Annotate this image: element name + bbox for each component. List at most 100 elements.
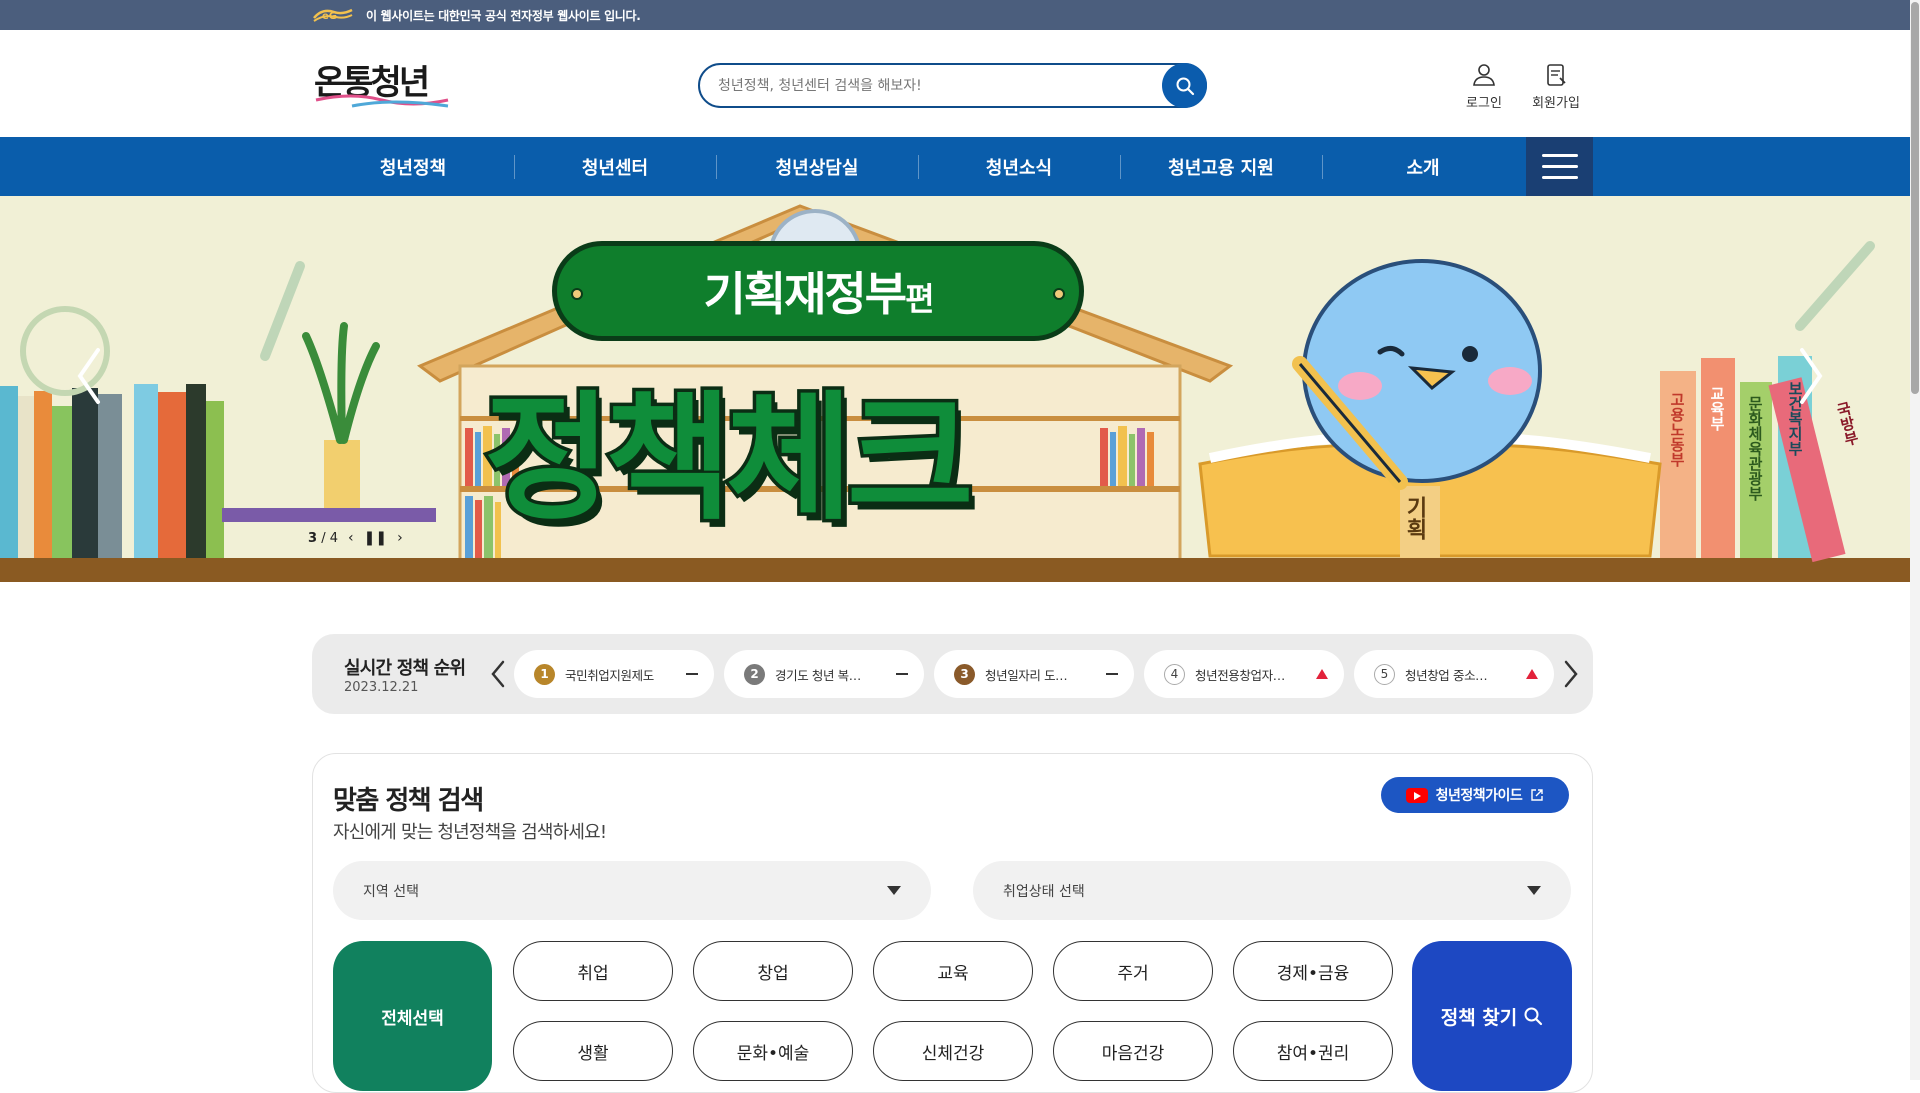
slide-next-icon[interactable]: › — [397, 530, 403, 546]
current-slide-number: 3 — [308, 530, 318, 546]
category-physical-health-button[interactable]: 신체건강 — [873, 1021, 1033, 1081]
find-policy-label: 정책 찾기 — [1440, 1006, 1518, 1029]
site-header: 온통청년 로그인 회원가입 — [0, 30, 1910, 137]
banner-headline: 정책체크 — [481, 375, 978, 543]
realtime-policy-ranking: 실시간 정책 순위 2023.12.21 1 국민취업지원제도 2 경기도 청년… — [312, 634, 1593, 714]
gov-notice-bar: eG 이 웹사이트는 대한민국 공식 전자정부 웹사이트 입니다. — [0, 0, 1910, 30]
menu-bar — [1541, 165, 1578, 168]
book-spine-label: 기획 — [1402, 496, 1427, 540]
egov-logo-icon: eG — [313, 8, 353, 22]
youtube-icon — [1405, 787, 1428, 803]
trend-up-icon — [1526, 669, 1538, 679]
login-label: 로그인 — [1466, 96, 1502, 111]
rank-number-badge: 5 — [1374, 663, 1395, 685]
trend-same-icon — [896, 673, 908, 675]
category-finance-button[interactable]: 경제•금융 — [1233, 941, 1393, 1001]
search-icon — [1524, 1007, 1543, 1026]
total-slide-number: 4 — [329, 530, 338, 546]
book-label-education: 교육부 — [1708, 386, 1726, 431]
nav-item-counseling[interactable]: 청년상담실 — [717, 137, 917, 196]
rank-policy-name: 청년전용창업자… — [1195, 667, 1285, 683]
rank-policy-name: 청년일자리 도… — [985, 667, 1068, 683]
trend-same-icon — [1106, 673, 1118, 675]
rank-policy-name: 청년창업 중소… — [1405, 667, 1488, 683]
policy-guide-label: 청년정책가이드 — [1435, 788, 1523, 804]
nav-item-youth-center[interactable]: 청년센터 — [515, 137, 715, 196]
chevron-down-icon — [887, 886, 901, 895]
rank-number-badge: 1 — [534, 663, 555, 685]
hamburger-menu-button[interactable] — [1526, 137, 1593, 196]
employment-select-value: 취업상태 선택 — [1003, 883, 1085, 900]
ranking-item[interactable]: 4 청년전용창업자… — [1144, 650, 1344, 698]
category-housing-button[interactable]: 주거 — [1053, 941, 1213, 1001]
category-employment-button[interactable]: 취업 — [513, 941, 673, 1001]
slide-counter: 3 / 4 — [308, 531, 338, 546]
ranking-item[interactable]: 2 경기도 청년 복… — [724, 650, 924, 698]
nav-item-about[interactable]: 소개 — [1323, 137, 1523, 196]
nav-item-youth-policy[interactable]: 청년정책 — [313, 137, 513, 196]
main-navigation: 청년정책 청년센터 청년상담실 청년소식 청년고용 지원 소개 — [0, 137, 1910, 196]
banner-pill-text: 기획재정부편 — [703, 258, 934, 324]
trend-same-icon — [686, 673, 698, 675]
ranking-item[interactable]: 5 청년창업 중소… — [1354, 650, 1554, 698]
panel-subtitle: 자신에게 맞는 청년정책을 검색하세요! — [333, 822, 607, 843]
search-button[interactable] — [1162, 63, 1207, 108]
rank-number-badge: 2 — [744, 663, 765, 685]
rank-policy-name: 경기도 청년 복… — [775, 667, 861, 683]
banner-pill-title: 기획재정부편 — [552, 241, 1084, 341]
select-all-button[interactable]: 전체선택 — [333, 941, 492, 1091]
signup-link[interactable]: 회원가입 — [1526, 62, 1586, 111]
find-policy-button[interactable]: 정책 찾기 — [1412, 941, 1572, 1091]
svg-text:eG: eG — [322, 11, 337, 22]
rank-policy-name: 국민취업지원제도 — [565, 667, 654, 683]
search-bar — [698, 63, 1207, 108]
login-link[interactable]: 로그인 — [1454, 62, 1514, 111]
custom-policy-search-panel: 맞춤 정책 검색 자신에게 맞는 청년정책을 검색하세요! 청년정책가이드 지역… — [312, 753, 1593, 1093]
page-scrollbar-thumb[interactable] — [1911, 2, 1919, 394]
ranking-next-icon[interactable] — [1561, 658, 1581, 690]
region-select[interactable]: 지역 선택 — [333, 861, 931, 920]
category-culture-button[interactable]: 문화•예술 — [693, 1021, 853, 1081]
user-icon — [1473, 64, 1495, 86]
ranking-prev-icon[interactable] — [488, 658, 508, 690]
slide-pause-icon[interactable]: ❚❚ — [364, 530, 387, 546]
brand-logo[interactable]: 온통청년 — [312, 50, 452, 114]
category-mental-health-button[interactable]: 마음건강 — [1053, 1021, 1213, 1081]
ranking-title: 실시간 정책 순위 — [344, 658, 466, 679]
nav-item-news[interactable]: 청년소식 — [919, 137, 1119, 196]
pill-rivet-left — [571, 288, 583, 300]
gov-notice-text: 이 웹사이트는 대한민국 공식 전자정부 웹사이트 입니다. — [366, 9, 641, 23]
rank-number-badge: 3 — [954, 663, 975, 685]
panel-title: 맞춤 정책 검색 — [333, 786, 484, 816]
ranking-date: 2023.12.21 — [344, 680, 419, 695]
banner-pill-suffix: 편 — [905, 280, 934, 318]
signup-label: 회원가입 — [1532, 96, 1580, 111]
slide-separator: / — [321, 530, 326, 546]
menu-bar — [1541, 176, 1578, 179]
rank-number-badge: 4 — [1164, 663, 1185, 685]
search-input[interactable] — [718, 74, 1138, 98]
chevron-down-icon — [1527, 886, 1541, 895]
region-select-value: 지역 선택 — [363, 883, 419, 900]
employment-status-select[interactable]: 취업상태 선택 — [973, 861, 1571, 920]
nav-item-employment-support[interactable]: 청년고용 지원 — [1121, 137, 1321, 196]
ranking-item[interactable]: 1 국민취업지원제도 — [514, 650, 714, 698]
pill-rivet-right — [1053, 288, 1065, 300]
banner-slide-controls: 3 / 4 ‹ ❚❚ › — [308, 530, 403, 546]
hero-banner[interactable]: 기획재정부편 정책체크 고용노동부 교육부 문화체육관광부 보건복지부 국방부 … — [0, 196, 1910, 582]
category-participation-button[interactable]: 참여•권리 — [1233, 1021, 1393, 1081]
menu-bar — [1541, 154, 1578, 157]
category-living-button[interactable]: 생활 — [513, 1021, 673, 1081]
banner-prev-arrow-icon[interactable] — [74, 346, 104, 406]
ranking-item[interactable]: 3 청년일자리 도… — [934, 650, 1134, 698]
category-startup-button[interactable]: 창업 — [693, 941, 853, 1001]
book-label-labor: 고용노동부 — [1668, 392, 1686, 467]
signup-document-icon — [1547, 64, 1566, 86]
slide-prev-icon[interactable]: ‹ — [348, 530, 354, 546]
trend-up-icon — [1316, 669, 1328, 679]
policy-guide-button[interactable]: 청년정책가이드 — [1381, 777, 1569, 813]
banner-pill-main: 기획재정부 — [703, 267, 907, 321]
banner-next-arrow-icon[interactable] — [1796, 346, 1826, 406]
external-link-icon — [1531, 789, 1544, 801]
category-education-button[interactable]: 교육 — [873, 941, 1033, 1001]
